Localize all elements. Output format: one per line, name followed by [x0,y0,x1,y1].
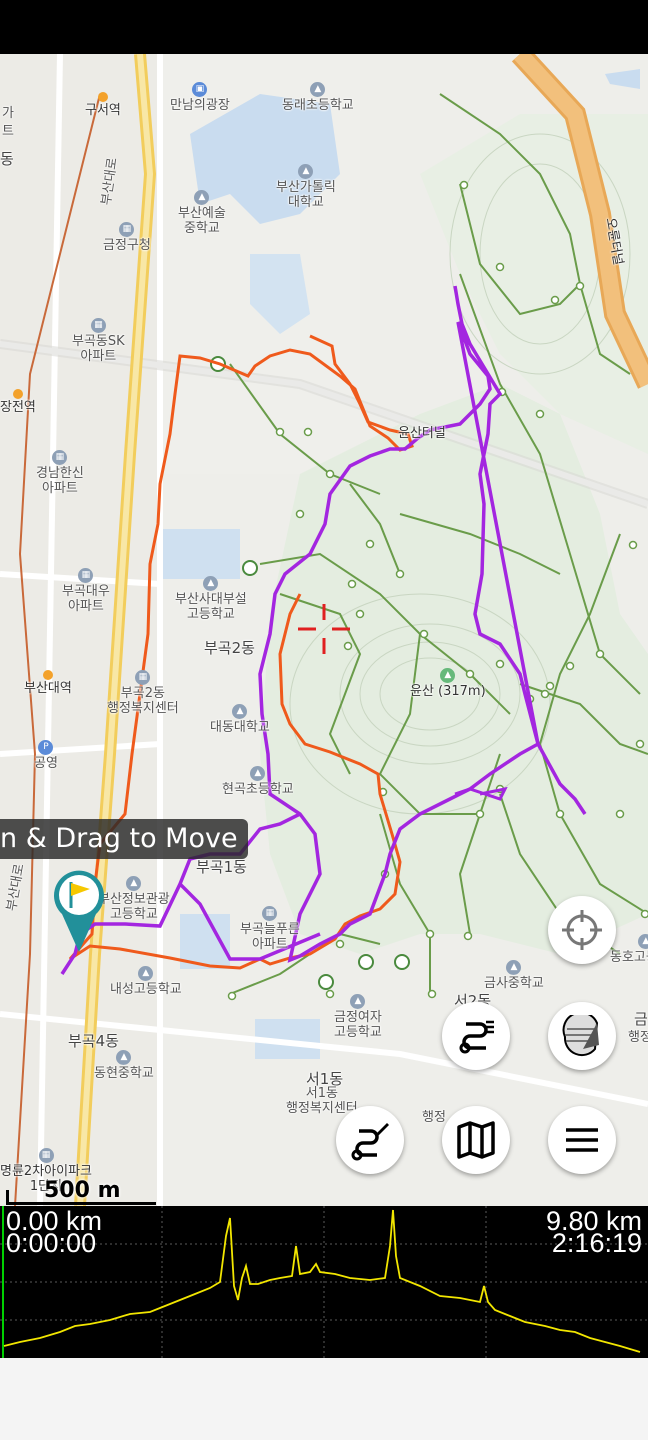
label-busan-catholic: ▲ 부산가톨릭 대학교 [276,164,336,210]
school-icon: ▲ [203,576,219,591]
label-gyeongnam-hanshin: ▦ 경남한신 아파트 [36,450,84,496]
label-yunsan-peak: ▲ 윤산 (317m) [410,668,486,699]
label-seo1dong: 서1동 [306,1070,344,1088]
school-icon: ▲ [350,994,366,1009]
label-left-edge-2: 트 [2,124,14,139]
school-icon: ▲ [506,960,522,975]
bottom-empty-area [0,1358,648,1440]
building-icon: ▦ [135,670,151,685]
mountain-peak-icon: ▲ [440,668,456,683]
apartment-icon: ▦ [262,906,278,921]
label-haeng: 행정 [422,1110,446,1125]
parking-icon: P [38,740,54,755]
label-seo1-welfare: 서1동 행정복지센터 [286,1086,358,1116]
label-yunsan-tunnel: 윤산터널 [398,426,446,441]
label-busan-univ-station: 부산대역 [24,670,72,696]
map-icon [457,1121,495,1159]
hamburger-menu-icon [566,1128,598,1152]
scale-label: 500 m [44,1178,121,1203]
start-time: 0:00:00 [6,1228,97,1258]
label-gusuyeok: 구서역 [85,92,121,118]
draw-route-icon [351,1123,389,1161]
label-jangjeon: 장전역 [0,389,36,415]
menu-button[interactable] [548,1106,616,1174]
label-left-edge-1: 가 [2,106,14,121]
label-dongho: ▲동호고등학교 [610,934,648,965]
subway-icon [12,389,23,399]
school-icon: ▲ [138,966,154,981]
label-left-edge-3: 동 [0,150,14,168]
route-list-button[interactable] [442,1002,510,1070]
label-busan-sadae: ▲ 부산사대부설 고등학교 [175,576,247,622]
school-icon: ▲ [232,704,248,719]
apartment-icon: ▦ [52,450,68,465]
map-view[interactable]: 구서역 ▣ 만남의광장 ▲ 동래초등학교 ▲ 부산가톨릭 대학교 ▲ 부산예술 중학교 ▦ 금… [0,54,648,1206]
label-naeseong: ▲ 내성고등학교 [110,966,182,997]
label-geumjeong-girls: ▲ 금정여자 고등학교 [334,994,382,1040]
drag-to-move-tooltip: n & Drag to Move [0,819,248,859]
status-bar [0,0,648,54]
school-icon: ▲ [126,876,142,891]
label-bugok-daewoo: ▦ 부곡대우 아파트 [62,568,110,614]
label-mannam: ▣ 만남의광장 [170,82,230,113]
label-bugok2-welfare: ▦ 부곡2동 행정복지센터 [107,670,179,716]
label-right-edge-2: 행정 [628,1030,648,1045]
locate-button[interactable] [548,896,616,964]
label-right-edge-1: 금 [634,1010,648,1028]
label-gongyeong: P 공영 [34,740,58,771]
label-bugok2dong: 부곡2동 [204,639,255,657]
bus-icon: ▣ [192,82,208,97]
elevation-profile[interactable]: 0.00 km 0:00:00 9.80 km 2:16:19 [0,1206,648,1358]
label-geumsa: ▲ 금사중학교 [484,960,544,991]
layers-icon [562,1015,599,1057]
school-icon: ▲ [194,190,210,205]
route-list-icon [459,1020,494,1054]
label-daedong-univ: ▲ 대동대학교 [210,704,270,735]
school-icon: ▲ [638,934,648,949]
building-icon: ▦ [119,222,135,237]
crosshair-icon [562,910,602,950]
label-hyeongok: ▲ 현곡초등학교 [222,766,294,797]
apartment-icon: ▦ [90,318,106,333]
label-bugok-neulpureun: ▦ 부곡늘푸른 아파트 [240,906,300,952]
label-donghyeon: ▲ 동현중학교 [94,1050,154,1081]
layers-button[interactable] [548,1002,616,1070]
map-button[interactable] [442,1106,510,1174]
apartment-icon: ▦ [78,568,94,583]
school-icon: ▲ [310,82,326,97]
label-bugok4dong: 부곡4동 [68,1032,119,1050]
school-icon: ▲ [116,1050,132,1065]
subway-icon [42,670,53,680]
label-busan-arts: ▲ 부산예술 중학교 [178,190,226,236]
start-flag-pin-icon[interactable] [52,868,106,954]
school-icon: ▲ [298,164,314,179]
label-busan-info: ▲ 부산정보관광 고등학교 [98,876,170,922]
school-icon: ▲ [250,766,266,781]
end-time: 2:16:19 [551,1228,642,1258]
label-geumjeong-gu: ▦ 금정구청 [103,222,151,253]
label-bugok1dong: 부곡1동 [196,858,247,876]
subway-icon [97,92,108,102]
label-bugok-sk: ▦ 부곡동SK 아파트 [72,318,125,364]
apartment-icon: ▦ [38,1148,54,1163]
draw-route-button[interactable] [336,1106,404,1174]
label-dongnae-elem: ▲ 동래초등학교 [282,82,354,113]
